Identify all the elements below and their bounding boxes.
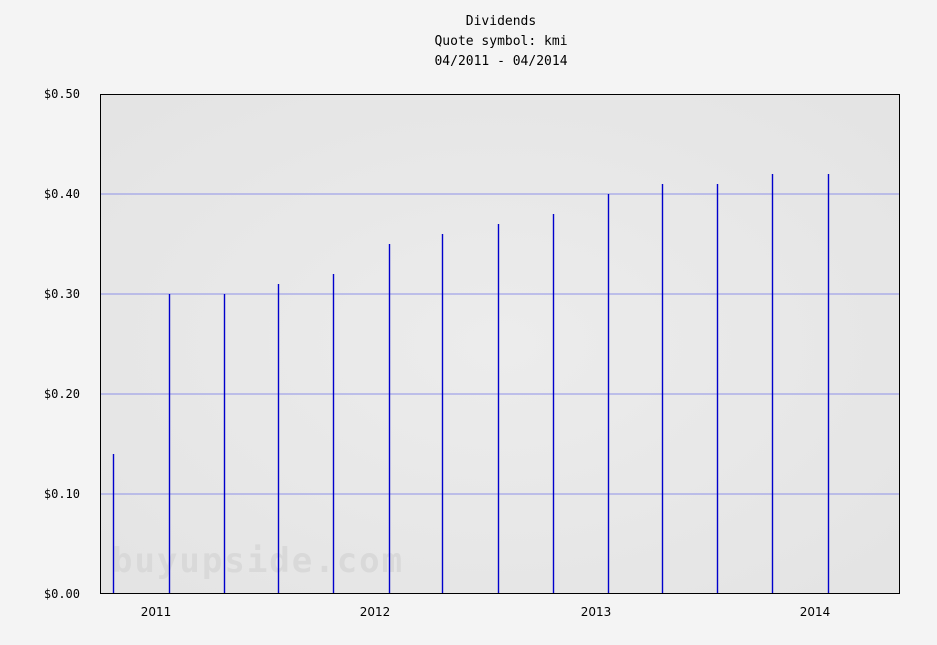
- y-tick-label: $0.30: [44, 287, 80, 301]
- y-tick-label: $0.00: [44, 587, 80, 601]
- plot-area: [100, 94, 900, 594]
- x-tick-label: 2012: [360, 605, 391, 619]
- chart-page: Dividends Quote symbol: kmi 04/2011 - 04…: [0, 0, 937, 645]
- y-tick-label: $0.40: [44, 187, 80, 201]
- y-tick-label: $0.50: [44, 87, 80, 101]
- y-tick-label: $0.10: [44, 487, 80, 501]
- x-tick-label: 2013: [581, 605, 612, 619]
- y-tick-label: $0.20: [44, 387, 80, 401]
- x-tick-label: 2014: [800, 605, 831, 619]
- dividend-chart: $0.00 $0.10 $0.20 $0.30 $0.40 $0.50 buyupside.…: [44, 87, 900, 619]
- watermark-text: buyupside.com: [112, 541, 404, 581]
- x-tick-label: 2011: [141, 605, 172, 619]
